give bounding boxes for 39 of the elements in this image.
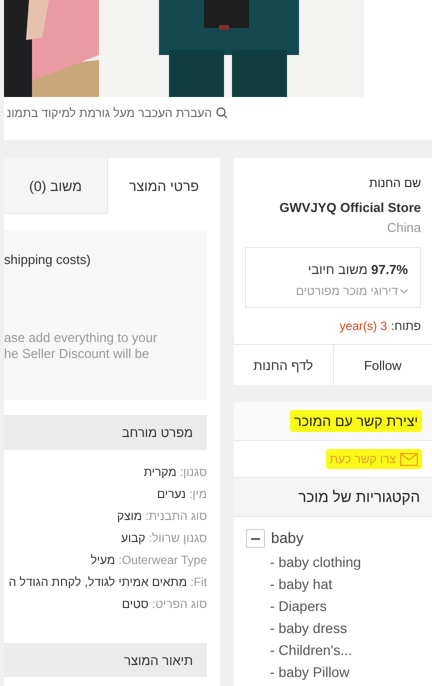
spec-value: מתאים אמיתי לגודל, לקחת הגודל ה [8,575,188,589]
zoom-hint: העברת העכבר מעל גורמת למיקוד בתמונ [6,106,212,120]
tab[interactable]: משוב (0) [4,158,108,214]
contact-title: יצירת קשר עם המוכר [290,410,422,432]
subcategory-item[interactable]: - Diapers [246,598,432,614]
spec-value: נערים [157,487,187,501]
collapse-toggle[interactable] [246,529,265,548]
subcategory-item[interactable]: - baby hat [246,576,432,592]
open-value: 3 year(s) [340,319,388,333]
spec-label: מין: [189,487,207,501]
spec-value: קבוע [121,531,146,545]
section-header: תיאור המוצר [4,643,207,677]
store-name: GWVJYQ Official Store [278,199,422,215]
store-country: China [386,219,422,235]
categories-title: הקטגוריות של מוכר [298,488,420,506]
chevron-down-icon [400,288,408,294]
spec-label: Fit: [190,575,207,589]
spec-label: סגנון: [180,465,207,479]
store-heading: שם החנות [368,176,422,190]
subcategory-item[interactable]: - baby dress [246,620,432,636]
subcategory-item[interactable]: - baby clothing [246,554,432,570]
spec-label: Outerwear Type: [118,553,207,567]
spec-label: סגנון שרוול: [148,531,207,545]
envelope-icon [400,452,418,466]
spec-label: סוג התבנית: [145,509,207,523]
category-item[interactable]: baby [271,530,304,547]
notice-text: he Seller Discount will be [4,346,150,362]
spec-value: מקרית [144,465,178,479]
subcategory-item[interactable]: - Children's... [246,642,432,658]
subcategory-item[interactable]: - baby Pillow [246,664,432,680]
search-icon [216,107,228,119]
spec-value: מוצק [117,509,144,523]
spec-label: סוג הפריט: [152,597,207,611]
section-header: מפרט מורחב [4,415,207,450]
spec-value: מעיל [90,553,116,567]
spec-value: סטים [122,597,150,611]
open-label: פתוח: [391,319,421,333]
notice-text: shipping costs) [4,252,92,268]
notice-text: ase add everything to your [4,330,158,346]
